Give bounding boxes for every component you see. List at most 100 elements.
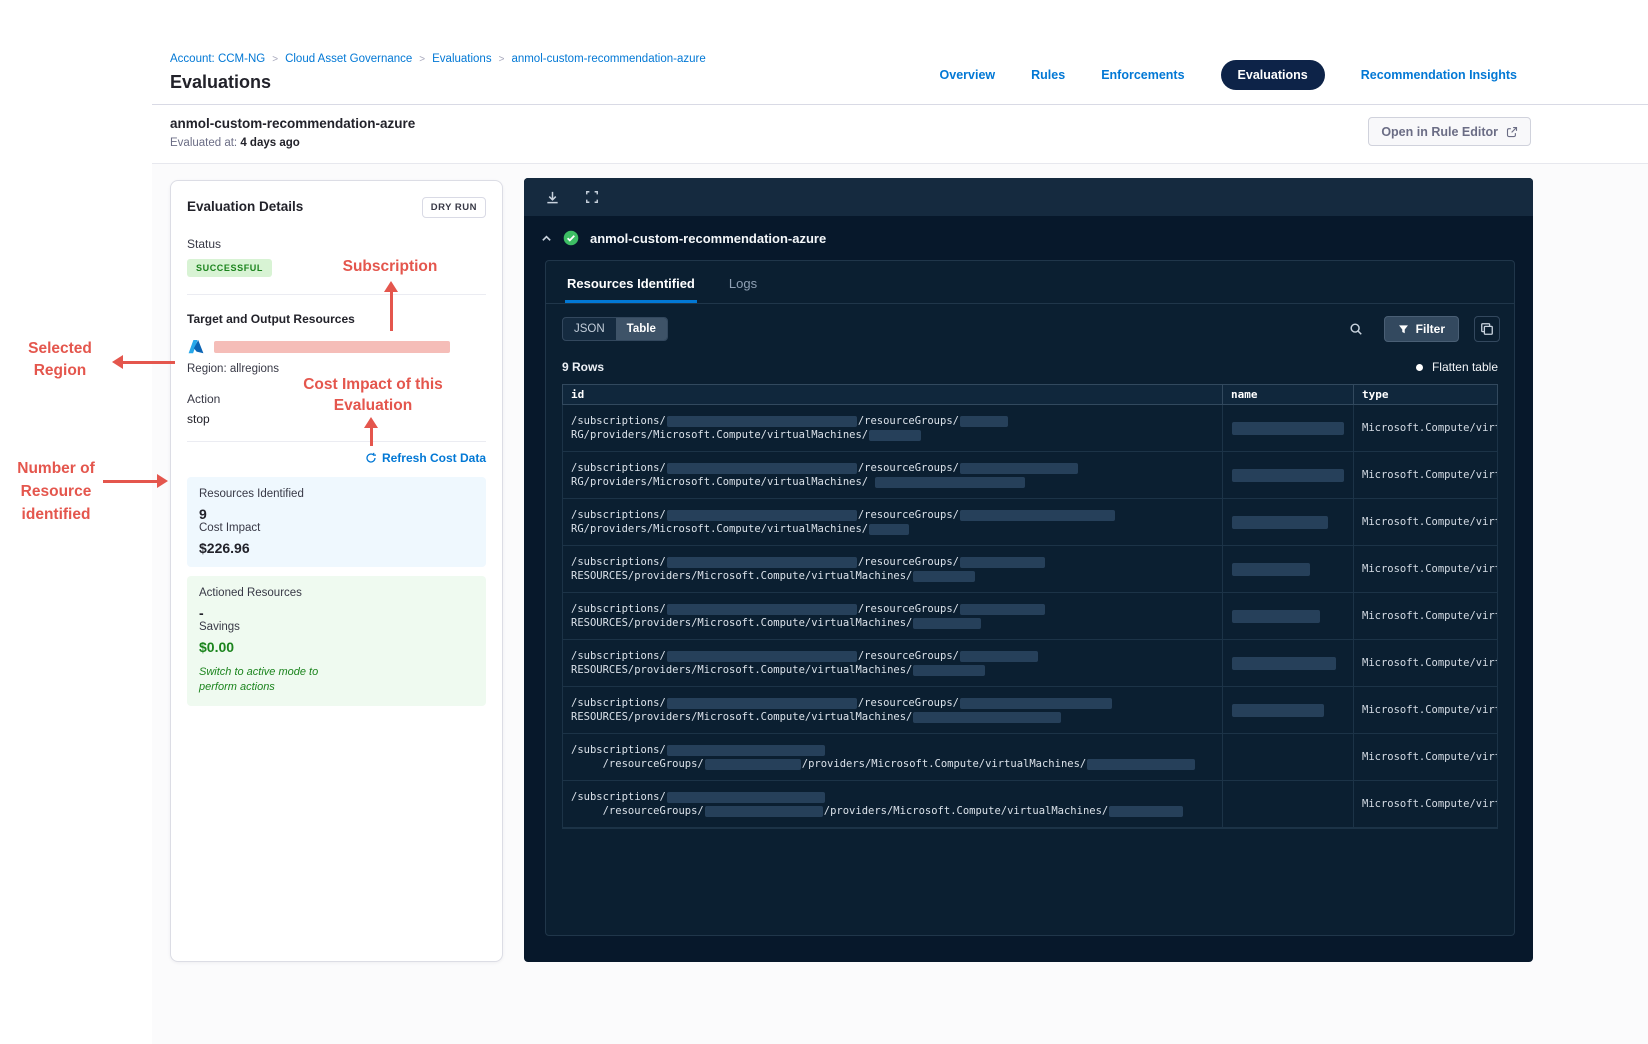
- view-toggle-table[interactable]: Table: [615, 318, 667, 340]
- status-badge: SUCCESSFUL: [187, 259, 273, 277]
- resource-id-line: /subscriptions//resourceGroups/: [571, 461, 1214, 475]
- cell-resource-id: /subscriptions//resourceGroups/RESOURCES…: [563, 640, 1223, 686]
- redacted-block: [869, 523, 910, 535]
- tab-resources-identified[interactable]: Resources Identified: [565, 261, 697, 303]
- cell-resource-id: /subscriptions//resourceGroups/RESOURCES…: [563, 687, 1223, 733]
- fullscreen-icon[interactable]: [585, 190, 599, 204]
- redacted-block: [1232, 703, 1324, 717]
- copy-icon[interactable]: [1474, 316, 1500, 342]
- annotation-subscription: Subscription: [342, 258, 438, 275]
- open-rule-editor-button[interactable]: Open in Rule Editor: [1368, 117, 1531, 146]
- results-inner-card: Resources Identified Logs JSON Table Fil…: [545, 260, 1515, 936]
- redacted-block: [1232, 609, 1320, 623]
- cell-resource-id: /subscriptions//resourceGroups/RG/provid…: [563, 452, 1223, 498]
- redacted-block: [704, 758, 801, 770]
- details-card-title: Evaluation Details: [187, 199, 304, 214]
- cell-resource-id: /subscriptions//resourceGroups/RG/provid…: [563, 405, 1223, 451]
- cell-resource-id: /subscriptions//resourceGroups/RESOURCES…: [563, 546, 1223, 592]
- annotation-arrow-resource-count: [103, 474, 168, 488]
- resource-id-line: /subscriptions//resourceGroups/: [571, 696, 1214, 710]
- rows-count: 9 Rows: [562, 360, 605, 374]
- cell-resource-type: Microsoft.Compute/virtu: [1362, 704, 1497, 716]
- annotation-arrow-cost-impact: [363, 417, 379, 446]
- annotation-resource-count: Number of Resource identified: [17, 460, 95, 523]
- filter-button-label: Filter: [1415, 322, 1445, 336]
- resource-id-line: /subscriptions//resourceGroups/: [571, 555, 1214, 569]
- redacted-block: [913, 711, 1062, 723]
- resource-id-line: RG/providers/Microsoft.Compute/virtualMa…: [571, 475, 1214, 489]
- column-header-type: type: [1362, 388, 1389, 401]
- external-link-icon: [1506, 126, 1518, 138]
- results-tabs: Resources Identified Logs: [546, 261, 1514, 304]
- rows-summary: 9 Rows Flatten table: [562, 360, 1498, 374]
- actioned-resources-value: -: [199, 605, 204, 621]
- column-header-name: name: [1223, 385, 1354, 404]
- savings-value: $0.00: [199, 639, 235, 655]
- redacted-block: [1087, 758, 1196, 770]
- redacted-block: [1232, 562, 1310, 576]
- actioned-resources-label: Actioned Resources: [199, 587, 302, 599]
- tab-overview[interactable]: Overview: [940, 68, 996, 82]
- redacted-block: [666, 462, 857, 474]
- success-check-icon: [563, 230, 579, 246]
- savings-label: Savings: [199, 621, 240, 633]
- cell-resource-type: Microsoft.Compute/virtu: [1362, 422, 1497, 434]
- breadcrumb-rule[interactable]: anmol-custom-recommendation-azure: [511, 53, 705, 65]
- evaluation-results-panel: anmol-custom-recommendation-azure Resour…: [524, 178, 1533, 962]
- cell-resource-type: Microsoft.Compute/virtu: [1362, 798, 1497, 810]
- annotation-arrow-selected-region: [112, 355, 175, 369]
- breadcrumb-account[interactable]: Account: CCM-NG: [170, 53, 265, 65]
- evaluated-at: Evaluated at: 4 days ago: [170, 137, 300, 149]
- redacted-block: [666, 744, 825, 756]
- filter-button[interactable]: Filter: [1383, 316, 1459, 342]
- flatten-table-toggle[interactable]: Flatten table: [1415, 360, 1498, 374]
- tab-recommendation-insights[interactable]: Recommendation Insights: [1361, 68, 1517, 82]
- collapse-chevron-icon[interactable]: [541, 233, 552, 244]
- redacted-block: [666, 603, 857, 615]
- cost-impact-label: Cost Impact: [199, 522, 261, 534]
- cell-resource-type: Microsoft.Compute/virtu: [1362, 563, 1497, 575]
- tab-enforcements[interactable]: Enforcements: [1101, 68, 1184, 82]
- redacted-block: [666, 415, 857, 427]
- redacted-block: [1109, 805, 1184, 817]
- funnel-icon: [1398, 324, 1409, 335]
- refresh-icon: [365, 452, 377, 464]
- resource-id-line: /resourceGroups//providers/Microsoft.Com…: [571, 804, 1214, 818]
- subscription-row: [187, 340, 486, 354]
- cell-resource-type: Microsoft.Compute/virtu: [1362, 516, 1497, 528]
- resource-id-line: /subscriptions//resourceGroups/: [571, 414, 1214, 428]
- tab-rules[interactable]: Rules: [1031, 68, 1065, 82]
- breadcrumb-evaluations[interactable]: Evaluations: [432, 53, 491, 65]
- redacted-block: [1232, 656, 1336, 670]
- evaluation-rule-name: anmol-custom-recommendation-azure: [170, 116, 416, 131]
- annotation-selected-region: Selected Region: [28, 340, 92, 379]
- evaluated-at-value: 4 days ago: [240, 137, 300, 149]
- redacted-block: [959, 415, 1008, 427]
- open-rule-editor-label: Open in Rule Editor: [1381, 124, 1498, 139]
- dry-run-badge: DRY RUN: [421, 197, 486, 218]
- cell-resource-id: /subscriptions/ /resourceGroups//provide…: [563, 734, 1223, 780]
- breadcrumb-separator: >: [272, 53, 279, 65]
- download-icon[interactable]: [545, 190, 560, 205]
- table-row: /subscriptions//resourceGroups/RG/provid…: [563, 405, 1497, 452]
- search-icon[interactable]: [1343, 316, 1369, 342]
- resource-id-line: RESOURCES/providers/Microsoft.Compute/vi…: [571, 663, 1214, 677]
- flatten-toggle-dot-icon: [1415, 363, 1423, 371]
- redacted-block: [666, 697, 857, 709]
- cell-resource-name: [1223, 546, 1354, 592]
- refresh-cost-data-link[interactable]: Refresh Cost Data: [365, 451, 486, 465]
- header-divider: [152, 104, 1648, 105]
- cell-resource-id: /subscriptions//resourceGroups/RESOURCES…: [563, 593, 1223, 639]
- redacted-block: [1232, 515, 1328, 529]
- cell-resource-name: [1223, 687, 1354, 733]
- evaluated-at-label: Evaluated at:: [170, 137, 238, 149]
- table-row: /subscriptions//resourceGroups/RESOURCES…: [563, 640, 1497, 687]
- breadcrumb-governance[interactable]: Cloud Asset Governance: [285, 53, 412, 65]
- tab-logs[interactable]: Logs: [727, 261, 759, 303]
- view-toggle-json[interactable]: JSON: [563, 318, 616, 340]
- redacted-block: [666, 791, 825, 803]
- redacted-block: [666, 509, 857, 521]
- redacted-block: [959, 650, 1038, 662]
- tab-evaluations[interactable]: Evaluations: [1220, 60, 1325, 90]
- resource-id-line: /resourceGroups//providers/Microsoft.Com…: [571, 757, 1214, 771]
